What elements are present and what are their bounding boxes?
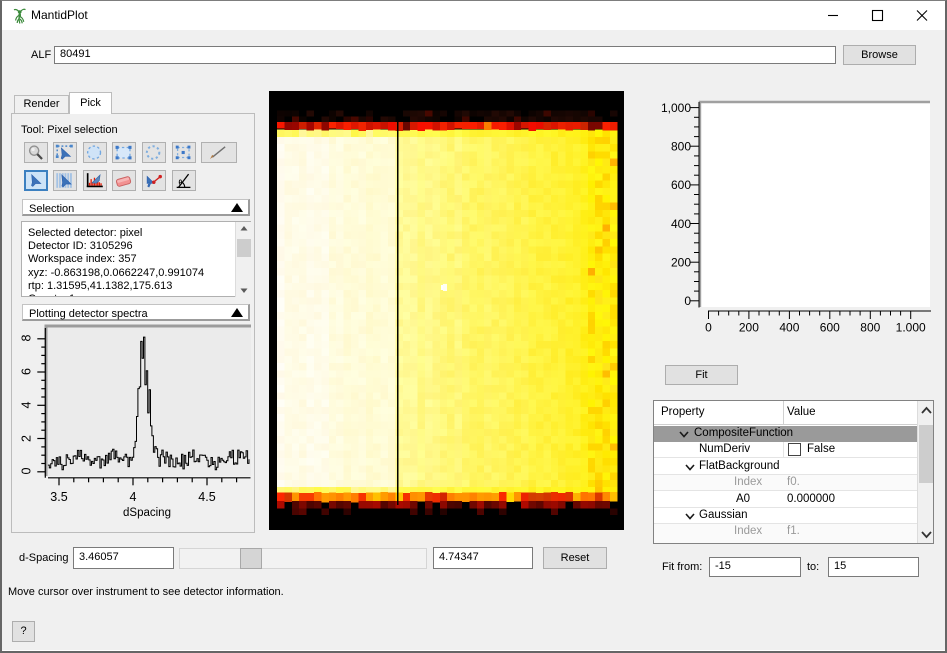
svg-text:0: 0 bbox=[684, 294, 691, 308]
svg-text:4: 4 bbox=[19, 401, 33, 408]
svg-text:2: 2 bbox=[19, 435, 33, 442]
svg-text:400: 400 bbox=[779, 321, 799, 335]
svg-text:θ: θ bbox=[178, 179, 182, 186]
svg-text:0: 0 bbox=[19, 467, 33, 474]
svg-text:dSpacing: dSpacing bbox=[123, 507, 171, 519]
svg-text:3.5: 3.5 bbox=[50, 490, 67, 504]
svg-text:600: 600 bbox=[820, 321, 840, 335]
svg-text:200: 200 bbox=[739, 321, 759, 335]
svg-text:200: 200 bbox=[671, 256, 691, 270]
svg-text:1,000: 1,000 bbox=[661, 101, 691, 115]
svg-text:8: 8 bbox=[19, 334, 33, 341]
svg-text:800: 800 bbox=[671, 140, 691, 154]
svg-text:0: 0 bbox=[705, 321, 712, 335]
svg-text:6: 6 bbox=[19, 368, 33, 375]
svg-text:800: 800 bbox=[860, 321, 880, 335]
svg-text:1.000: 1.000 bbox=[896, 321, 926, 335]
svg-text:4.5: 4.5 bbox=[198, 490, 215, 504]
svg-text:600: 600 bbox=[671, 178, 691, 192]
svg-text:4: 4 bbox=[130, 490, 137, 504]
svg-text:400: 400 bbox=[671, 217, 691, 231]
